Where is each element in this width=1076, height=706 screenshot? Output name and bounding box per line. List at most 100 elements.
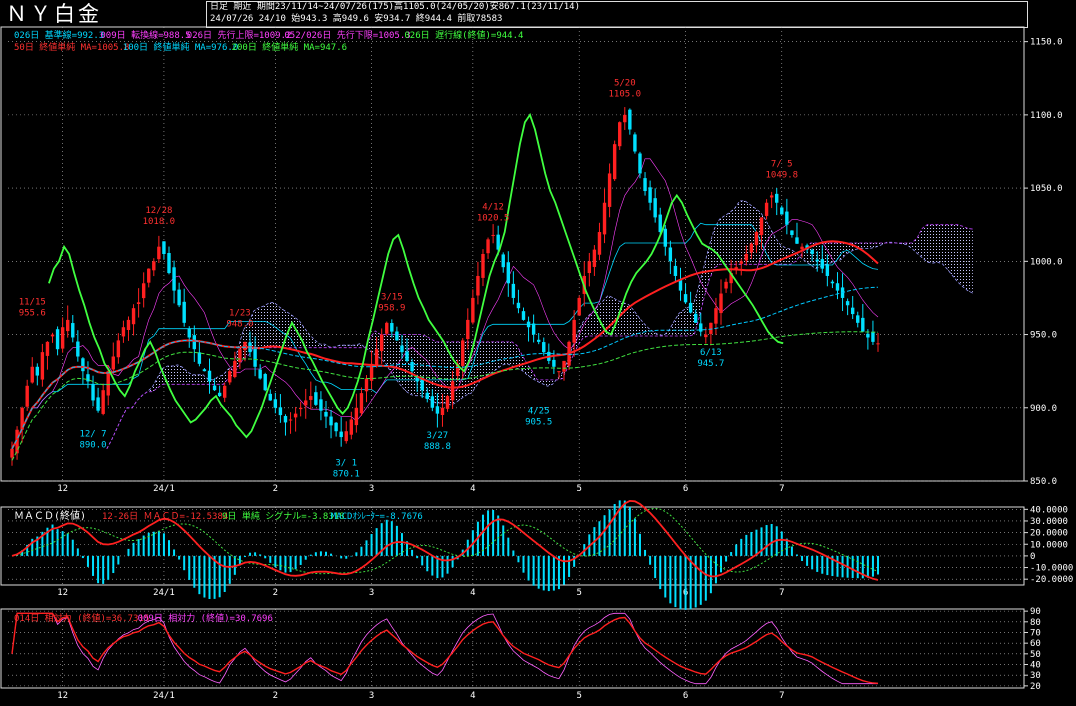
- candle-body: [592, 249, 597, 267]
- annotation-value: 948.0: [226, 319, 253, 329]
- annotation-date: 1/23: [229, 308, 251, 318]
- annotation-value: 905.5: [525, 418, 552, 428]
- candle-body: [359, 393, 364, 414]
- candle-body: [536, 339, 541, 342]
- candle-body: [775, 193, 779, 203]
- macd-y-tick-label: 40.0000: [1030, 505, 1068, 515]
- candle-body: [374, 349, 379, 366]
- candle-body: [30, 366, 34, 383]
- rsi-legend-item: 009日 相対力 (終値)=30.7696: [138, 612, 273, 624]
- candle-body: [815, 259, 819, 262]
- candle-body: [623, 114, 627, 123]
- candle-body: [658, 214, 662, 233]
- candle-body: [435, 406, 440, 414]
- candle-body: [486, 239, 490, 254]
- candle-body: [106, 371, 110, 396]
- candle-body: [298, 407, 303, 410]
- candle-body: [542, 342, 546, 353]
- candle-body: [714, 308, 718, 324]
- candle-body: [688, 302, 693, 313]
- candle-body: [268, 393, 272, 401]
- rsi-x-tick-label: 5: [576, 691, 581, 701]
- candle-body: [871, 331, 875, 342]
- candle-body: [197, 352, 202, 364]
- candle-body: [810, 249, 814, 254]
- candle-body: [481, 254, 485, 278]
- annotation-date: 7/ 5: [771, 159, 793, 169]
- candle-body: [491, 234, 495, 236]
- price-y-tick-label: 950.0: [1030, 331, 1057, 341]
- macd-y-tick-label: 10.0000: [1030, 540, 1068, 550]
- candle-body: [683, 294, 688, 303]
- candle-body: [693, 313, 698, 323]
- annotation-value: 1020.5: [477, 213, 510, 223]
- candle-body: [850, 307, 855, 315]
- candle-body: [612, 144, 617, 180]
- candle-body: [253, 347, 257, 367]
- candle-body: [633, 134, 637, 152]
- candle-body: [790, 230, 794, 235]
- candle-body: [45, 341, 50, 356]
- candle-body: [288, 419, 293, 421]
- rsi-y-tick-label: 40: [1030, 661, 1041, 671]
- candle-body: [91, 384, 95, 401]
- macd-y-tick-label: -20.0000: [1030, 575, 1073, 585]
- candle-body: [212, 385, 217, 391]
- annotation-value: 1105.0: [609, 90, 642, 100]
- candle-body: [25, 385, 29, 407]
- annotation-value: 890.0: [79, 440, 106, 450]
- candle-body: [273, 399, 278, 408]
- annotation-date: 3/ 1: [335, 459, 357, 469]
- candle-body: [607, 173, 612, 207]
- candle-body: [744, 254, 749, 261]
- candle-body: [861, 317, 865, 332]
- candle-body: [162, 241, 166, 254]
- candle-body: [724, 281, 728, 289]
- price-y-tick-label: 900.0: [1030, 404, 1057, 414]
- candle-body: [597, 232, 602, 255]
- price-y-tick-label: 1050.0: [1030, 184, 1063, 194]
- candle-body: [704, 334, 708, 338]
- macd-legend-item: MACDｵｼﾚｰﾀｰ=-8.7676: [331, 511, 423, 522]
- candle-body: [668, 247, 673, 262]
- rsi-x-tick-label: 12: [57, 691, 68, 701]
- price-y-tick-label: 1000.0: [1030, 257, 1063, 267]
- candle-body: [152, 261, 156, 271]
- candle-body: [780, 207, 784, 215]
- annotation-value: 888.8: [424, 442, 451, 452]
- macd-x-tick-label: 3: [369, 588, 374, 598]
- candle-body: [643, 178, 647, 192]
- candle-body: [719, 293, 723, 314]
- macd-x-tick-label: 12: [57, 588, 68, 598]
- macd-y-tick-label: 20.0000: [1030, 529, 1068, 539]
- price-x-tick-label: 4: [470, 484, 475, 494]
- candle-body: [820, 259, 824, 269]
- candle-body: [344, 431, 348, 442]
- annotation-date: 5/20: [614, 79, 636, 89]
- candle-body: [466, 319, 470, 340]
- candle-body: [187, 328, 191, 338]
- candle-body: [759, 217, 764, 236]
- candle-body: [506, 262, 511, 284]
- macd-x-tick-label: 2: [273, 588, 278, 598]
- candle-body: [856, 315, 860, 323]
- candle-body: [81, 358, 85, 372]
- price-y-tick-label: 1150.0: [1030, 38, 1063, 48]
- price-x-tick-label: 24/1: [153, 484, 175, 494]
- annotation-date: 4/25: [528, 407, 550, 417]
- candle-body: [167, 252, 171, 274]
- annotation-value: 955.6: [19, 308, 46, 318]
- price-x-tick-label: 2: [273, 484, 278, 494]
- candle-body: [516, 302, 521, 309]
- candle-body: [648, 187, 652, 203]
- candle-body: [66, 319, 70, 332]
- candle-body: [329, 416, 333, 426]
- candle-body: [562, 360, 566, 372]
- ichimoku-legend-item: 009日 転換線=988.5: [100, 29, 190, 41]
- candle-body: [101, 390, 105, 414]
- candle-body: [673, 265, 678, 276]
- rsi-y-tick-label: 80: [1030, 618, 1041, 628]
- candle-body: [192, 335, 197, 350]
- rsi-x-tick-label: 24/1: [153, 691, 175, 701]
- candle-body: [795, 237, 799, 244]
